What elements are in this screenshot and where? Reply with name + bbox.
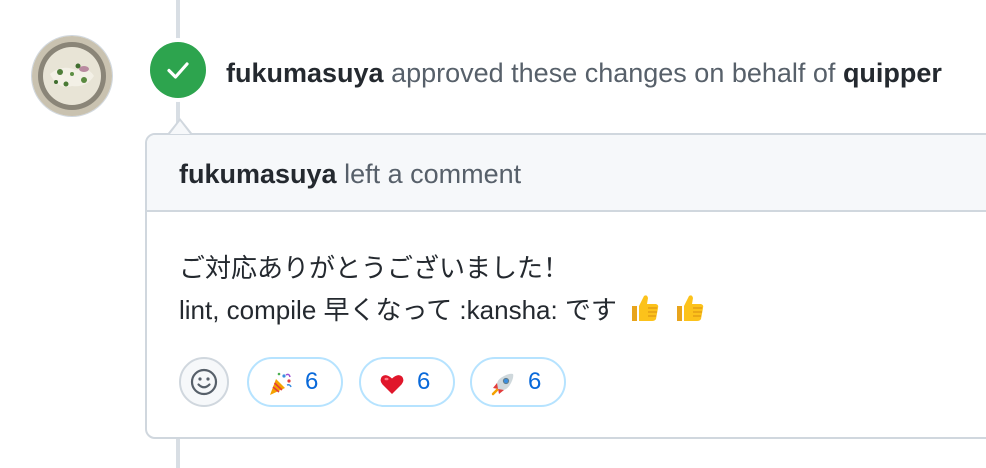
event-actor-link[interactable]: fukumasuya <box>226 58 384 88</box>
comment-caret-fill <box>170 121 190 134</box>
reaction-hooray-count: 6 <box>305 368 319 395</box>
heart-icon <box>380 375 404 394</box>
timeline-event: fukumasuya approved these changes on beh… <box>0 0 986 468</box>
comment-body: ご対応ありがとうございました！ lint, compile 早くなって :kan… <box>179 247 707 331</box>
party-popper-icon <box>270 372 292 395</box>
comment-body-line-1: ご対応ありがとうございました！ <box>179 253 570 283</box>
comment-body-line-2: lint, compile 早くなって :kansha: です <box>179 289 707 331</box>
reaction-rocket-button[interactable]: 6 <box>470 357 566 407</box>
add-reaction-button[interactable] <box>179 357 229 407</box>
comment-header-action: left a comment <box>344 159 522 189</box>
event-org-link[interactable]: quipper <box>843 58 942 88</box>
reaction-heart-count: 6 <box>417 368 431 395</box>
comment-header: fukumasuya left a comment <box>147 135 986 212</box>
thumbs-up-icon <box>677 295 704 321</box>
comment-author-link[interactable]: fukumasuya <box>179 159 337 189</box>
check-icon <box>167 62 189 79</box>
event-description: fukumasuya approved these changes on beh… <box>226 56 942 90</box>
event-action-text: approved these changes on behalf of <box>391 58 836 88</box>
smiley-icon <box>190 368 218 396</box>
avatar[interactable] <box>32 36 112 116</box>
thumbs-up-icon <box>632 295 659 321</box>
comment-body-line-2-text: lint, compile 早くなって :kansha: です <box>179 295 617 325</box>
reaction-hooray-button[interactable]: 6 <box>247 357 343 407</box>
approved-badge <box>150 42 206 98</box>
reaction-heart-button[interactable]: 6 <box>359 357 455 407</box>
comment-header-text: fukumasuya left a comment <box>179 157 521 191</box>
reaction-rocket-count: 6 <box>528 368 542 395</box>
rocket-icon <box>491 373 514 396</box>
comment-box: fukumasuya left a comment ご対応ありがとうございました… <box>145 133 986 439</box>
